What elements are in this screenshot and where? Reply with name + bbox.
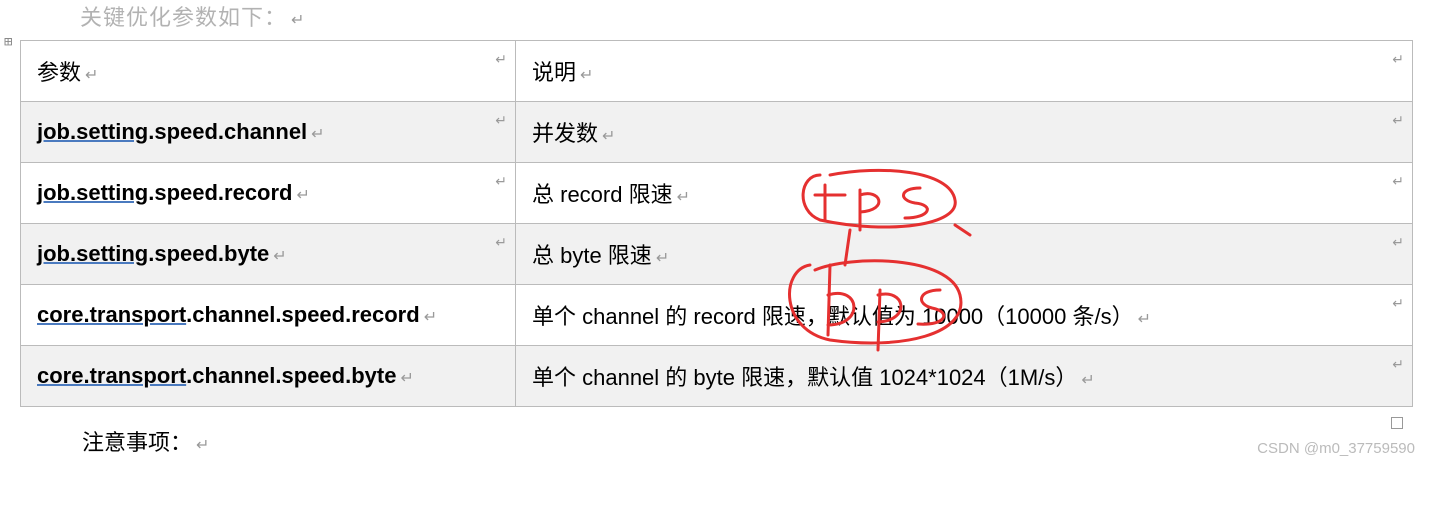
header-desc: 说明↵ ↵ — [516, 41, 1413, 102]
paragraph-mark-icon: ↵ — [297, 187, 310, 204]
desc-cell: 单个 channel 的 byte 限速，默认值 1024*1024（1M/s）… — [516, 346, 1413, 407]
table-row: job.setting.speed.byte↵ ↵ 总 byte 限速↵ ↵ — [21, 224, 1413, 285]
paragraph-mark-icon: ↵ — [311, 126, 324, 143]
watermark-text: CSDN @m0_37759590 — [1257, 440, 1415, 457]
table-row: core.transport.channel.speed.byte↵ 单个 ch… — [21, 346, 1413, 407]
paragraph-mark-icon: ↵ — [1392, 234, 1404, 251]
desc-cell: 总 record 限速↵ ↵ — [516, 163, 1413, 224]
table-row: core.transport.channel.speed.record↵ 单个 … — [21, 285, 1413, 346]
desc-cell: 总 byte 限速↵ ↵ — [516, 224, 1413, 285]
paragraph-mark-icon: ↵ — [1138, 311, 1151, 328]
paragraph-mark-icon: ↵ — [677, 189, 690, 206]
paragraph-mark-icon: ↵ — [273, 248, 286, 265]
table-toggle-icon: ⊞ — [4, 34, 12, 50]
paragraph-mark-icon: ↵ — [1392, 112, 1404, 129]
paragraph-mark-icon: ↵ — [291, 12, 305, 29]
desc-cell: 单个 channel 的 record 限速，默认值为 10000（10000 … — [516, 285, 1413, 346]
paragraph-mark-icon: ↵ — [196, 437, 209, 454]
table-row: job.setting.speed.channel↵ ↵ 并发数↵ ↵ — [21, 102, 1413, 163]
paragraph-mark-icon: ↵ — [495, 234, 507, 251]
desc-cell: 并发数↵ ↵ — [516, 102, 1413, 163]
param-cell: core.transport.channel.speed.byte↵ — [21, 346, 516, 407]
paragraph-mark-icon: ↵ — [1081, 372, 1094, 389]
paragraph-mark-icon: ↵ — [656, 250, 669, 267]
table-row: job.setting.speed.record↵ ↵ 总 record 限速↵… — [21, 163, 1413, 224]
parameters-table: 参数↵ ↵ 说明↵ ↵ job.setting.speed.channel↵ ↵… — [20, 40, 1413, 407]
paragraph-mark-icon: ↵ — [495, 173, 507, 190]
paragraph-mark-icon: ↵ — [1392, 51, 1404, 68]
param-cell: job.setting.speed.channel↵ ↵ — [21, 102, 516, 163]
intro-text: 关键优化参数如下：↵ — [20, 0, 1413, 40]
table-header-row: 参数↵ ↵ 说明↵ ↵ — [21, 41, 1413, 102]
paragraph-mark-icon: ↵ — [1392, 295, 1404, 312]
param-cell: job.setting.speed.byte↵ ↵ — [21, 224, 516, 285]
paragraph-mark-icon: ↵ — [495, 112, 507, 129]
param-cell: core.transport.channel.speed.record↵ — [21, 285, 516, 346]
parameters-table-container: ⊞ 参数↵ ↵ 说明↵ ↵ job.setting.speed.channel↵… — [20, 40, 1413, 407]
paragraph-end-marker — [1391, 417, 1403, 429]
notes-heading: 注意事项：↵ — [20, 407, 1413, 463]
paragraph-mark-icon: ↵ — [85, 67, 98, 84]
header-param: 参数↵ ↵ — [21, 41, 516, 102]
paragraph-mark-icon: ↵ — [1392, 356, 1404, 373]
param-cell: job.setting.speed.record↵ ↵ — [21, 163, 516, 224]
paragraph-mark-icon: ↵ — [580, 67, 593, 84]
paragraph-mark-icon: ↵ — [400, 370, 413, 387]
paragraph-mark-icon: ↵ — [424, 309, 437, 326]
paragraph-mark-icon: ↵ — [1392, 173, 1404, 190]
paragraph-mark-icon: ↵ — [495, 51, 507, 68]
paragraph-mark-icon: ↵ — [602, 128, 615, 145]
